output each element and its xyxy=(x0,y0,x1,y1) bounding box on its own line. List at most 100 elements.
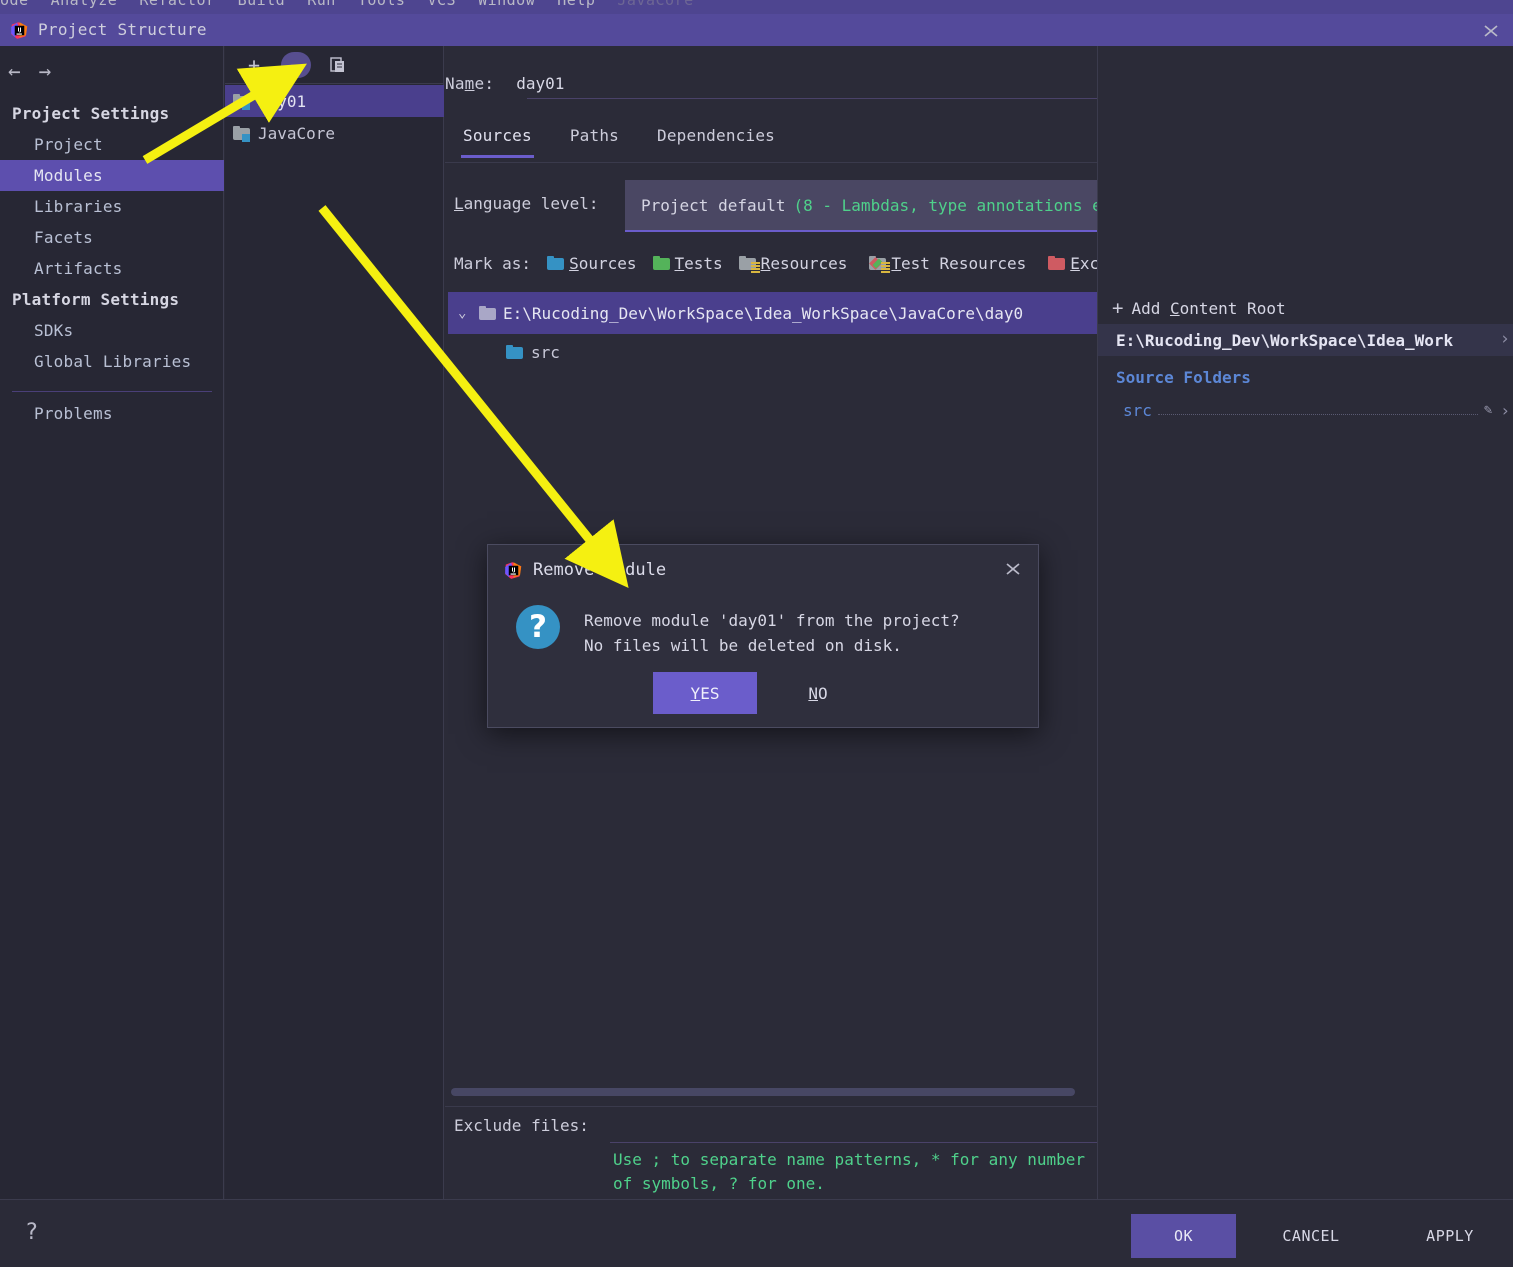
tab-dependencies[interactable]: Dependencies xyxy=(655,120,777,158)
back-icon[interactable]: ← xyxy=(8,60,21,82)
source-folder-tree-row[interactable]: src xyxy=(448,336,1097,368)
chevron-right-icon[interactable]: › xyxy=(1500,329,1510,349)
module-item-javacore[interactable]: JavaCore xyxy=(225,117,444,149)
source-folder-label: src xyxy=(531,342,560,362)
sidebar-item-project[interactable]: Project xyxy=(0,129,224,160)
modules-list: day01 JavaCore xyxy=(225,85,444,149)
mark-as-label: Mark as: xyxy=(454,253,532,273)
svg-text:IJ: IJ xyxy=(512,567,516,573)
chevron-down-icon[interactable]: ⌄ xyxy=(458,306,472,320)
sidebar-item-global-libraries[interactable]: Global Libraries xyxy=(0,346,224,377)
source-folder-entry-name: src xyxy=(1123,400,1152,420)
remove-module-message-line1: Remove module 'day01' from the project? xyxy=(584,611,960,630)
sidebar-item-facets[interactable]: Facets xyxy=(0,222,224,253)
exclude-files-label: Exclude files: xyxy=(454,1116,589,1135)
forward-icon[interactable]: → xyxy=(39,60,52,82)
sidebar-item-problems[interactable]: Problems xyxy=(0,398,224,429)
module-item-day01[interactable]: day01 xyxy=(225,85,444,117)
module-name-label: Name: xyxy=(445,73,495,93)
src-folder-icon xyxy=(506,345,523,359)
content-root-path: E:\Rucoding_Dev\WorkSpace\Idea_WorkSpace… xyxy=(503,303,1024,323)
intellij-idea-icon: IJ xyxy=(11,22,28,39)
dialog-titlebar: IJ Project Structure xyxy=(0,14,1513,46)
module-item-label: JavaCore xyxy=(258,123,336,143)
nav-arrows: ← → xyxy=(8,54,51,88)
content-root-tree-row[interactable]: ⌄ E:\Rucoding_Dev\WorkSpace\Idea_WorkSpa… xyxy=(448,292,1097,334)
mark-as-resources-button[interactable]: Resources xyxy=(738,254,847,273)
module-folder-icon xyxy=(233,94,250,110)
language-level-label: Language level: xyxy=(454,194,599,213)
exclude-files-input[interactable] xyxy=(610,1142,1097,1143)
settings-nav-list: Project Settings Project Modules Librari… xyxy=(0,98,224,429)
menu-item-build[interactable]: Build xyxy=(238,0,286,9)
language-level-value: Project default xyxy=(641,195,786,215)
sidebar-item-libraries[interactable]: Libraries xyxy=(0,191,224,222)
module-name-underline xyxy=(527,98,1097,99)
remove-module-title: Remove Module xyxy=(533,560,667,580)
chevron-right-icon[interactable]: › xyxy=(1500,401,1510,420)
remove-module-titlebar: IJ Remove Module xyxy=(504,557,666,583)
menu-item-window[interactable]: Window xyxy=(478,0,535,9)
tests-folder-icon xyxy=(652,256,670,270)
pencil-icon[interactable]: ✎ xyxy=(1484,402,1492,418)
close-icon[interactable] xyxy=(1477,18,1505,44)
add-content-root-label: Add Content Root xyxy=(1131,298,1286,318)
apply-button[interactable]: APPLY xyxy=(1400,1214,1500,1258)
sources-folder-icon xyxy=(547,256,565,270)
menu-item-refactor[interactable]: Refactor xyxy=(139,0,215,9)
module-name-input[interactable]: day01 xyxy=(516,74,564,93)
dialog-button-bar: ? OK CANCEL APPLY xyxy=(0,1199,1513,1267)
module-tabs: Sources Paths Dependencies xyxy=(461,120,777,158)
mark-as-sources-button[interactable]: Sources xyxy=(547,254,637,273)
settings-sidebar: ← → Project Settings Project Modules Lib… xyxy=(0,46,224,1199)
sidebar-divider xyxy=(12,391,212,392)
svg-text:IJ: IJ xyxy=(18,28,22,34)
tab-paths[interactable]: Paths xyxy=(568,120,621,158)
close-icon[interactable] xyxy=(1000,557,1026,581)
copy-module-button[interactable] xyxy=(323,52,353,78)
content-root-folder-icon xyxy=(479,306,496,320)
source-folders-header: Source Folders xyxy=(1116,368,1251,387)
tab-sources[interactable]: Sources xyxy=(461,120,534,158)
ok-button[interactable]: OK xyxy=(1131,1214,1236,1258)
sidebar-item-artifacts[interactable]: Artifacts xyxy=(0,253,224,284)
dotted-leader xyxy=(1157,405,1478,415)
no-button[interactable]: NO xyxy=(778,672,858,714)
content-roots-panel: + Add Content Root E:\Rucoding_Dev\WorkS… xyxy=(1097,46,1513,1199)
remove-module-button[interactable]: − xyxy=(281,51,311,78)
menu-item-code[interactable]: ode xyxy=(0,0,29,9)
menubar-project-label: JavaCore xyxy=(617,0,694,9)
menu-item-help[interactable]: Help xyxy=(557,0,595,9)
modules-panel: + − day01 JavaCore xyxy=(225,46,444,1199)
menu-item-run[interactable]: Run xyxy=(307,0,336,9)
horizontal-scrollbar[interactable] xyxy=(451,1088,1075,1096)
menu-item-tools[interactable]: Tools xyxy=(358,0,406,9)
sidebar-item-sdks[interactable]: SDKs xyxy=(0,315,224,346)
module-folder-icon xyxy=(233,126,250,142)
cancel-button[interactable]: CANCEL xyxy=(1255,1214,1367,1258)
add-module-button[interactable]: + xyxy=(239,52,269,78)
content-root-item[interactable]: E:\Rucoding_Dev\WorkSpace\Idea_Work › xyxy=(1098,324,1513,356)
intellij-idea-icon: IJ xyxy=(505,561,522,579)
ide-menubar: ode Analyze Refactor Build Run Tools VCS Window… xyxy=(0,0,1513,14)
nav-group-platform-settings: Platform Settings xyxy=(12,290,180,309)
sidebar-item-modules[interactable]: Modules xyxy=(0,160,224,191)
tabs-divider xyxy=(445,162,1097,163)
help-button[interactable]: ? xyxy=(25,1220,38,1245)
modules-toolbar: + − xyxy=(225,46,444,84)
mark-as-tests-button[interactable]: Tests xyxy=(652,254,723,273)
question-icon: ? xyxy=(516,605,560,649)
remove-module-message: Remove module 'day01' from the project? … xyxy=(584,608,1024,658)
menu-item-vcs[interactable]: VCS xyxy=(427,0,456,9)
mark-as-test-resources-button[interactable]: Test Resources xyxy=(869,254,1026,273)
yes-button[interactable]: YES xyxy=(653,672,757,714)
exclude-files-hint: Use ; to separate name patterns, * for a… xyxy=(613,1150,1086,1193)
menu-item-analyze[interactable]: Analyze xyxy=(51,0,118,9)
module-item-label: day01 xyxy=(258,91,307,111)
excluded-folder-icon xyxy=(1048,256,1066,270)
test-resources-folder-icon xyxy=(869,256,891,273)
content-root-item-path: E:\Rucoding_Dev\WorkSpace\Idea_Work xyxy=(1116,330,1454,350)
source-folder-entry[interactable]: src ✎ › xyxy=(1098,396,1513,424)
add-content-root-button[interactable]: + Add Content Root xyxy=(1112,294,1286,322)
ide-menubar-items[interactable]: ode Analyze Refactor Build Run Tools VCS Window… xyxy=(0,0,716,9)
